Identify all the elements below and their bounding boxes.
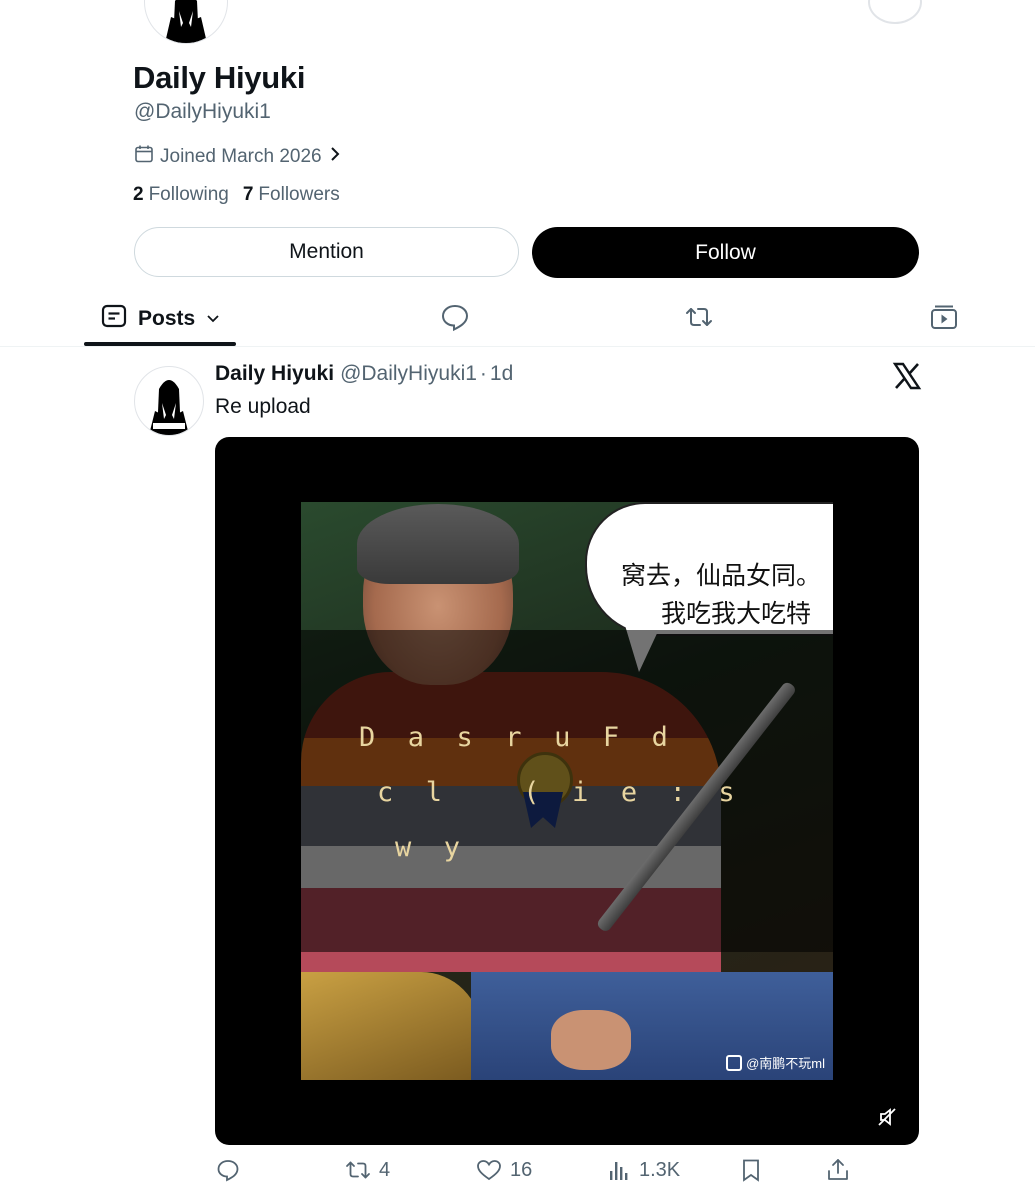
reply-bubble-icon <box>441 304 469 332</box>
reply-icon <box>217 1160 239 1182</box>
repost-button[interactable]: 4 <box>345 1158 390 1182</box>
chair-arm <box>301 972 481 1080</box>
tab-reposts[interactable] <box>684 302 714 332</box>
tabs-divider <box>0 346 1035 347</box>
posts-tab-icon <box>100 302 128 336</box>
watermark-logo-icon <box>726 1054 743 1071</box>
calendar-icon <box>134 144 154 170</box>
joined-label: Joined March 2026 <box>160 146 322 167</box>
view-count: 1.3K <box>639 1158 681 1181</box>
post-author-handle[interactable]: @DailyHiyuki1 <box>340 362 477 386</box>
tab-posts-label: Posts <box>138 307 196 330</box>
watermark-text: @南鹏不玩ml <box>746 1056 825 1071</box>
tab-replies[interactable] <box>440 302 470 332</box>
like-count: 16 <box>510 1158 533 1181</box>
chevron-down-icon <box>205 307 221 331</box>
tab-posts[interactable]: Posts <box>100 302 221 336</box>
bookmark-icon <box>743 1159 759 1182</box>
share-icon <box>828 1159 848 1180</box>
glitch-text-line2: c l ( i e : s <box>377 777 735 808</box>
post-separator: · <box>479 362 487 385</box>
profile-handle: @DailyHiyuki1 <box>134 100 271 123</box>
profile-display-name: Daily Hiyuki <box>133 60 306 95</box>
repost-icon <box>686 308 712 326</box>
mention-button[interactable]: Mention <box>134 227 519 277</box>
share-button[interactable] <box>826 1158 850 1182</box>
mute-icon[interactable] <box>875 1105 899 1129</box>
post-avatar[interactable] <box>134 366 204 436</box>
glitch-text-line3: w y <box>395 832 461 863</box>
post-media-video[interactable]: 窝去，仙品女同。 我吃我大吃特 D a s r u F d c l ( i e … <box>215 437 919 1145</box>
followers-label[interactable]: Followers <box>258 184 339 206</box>
reply-button[interactable] <box>216 1158 240 1182</box>
chevron-right-icon <box>328 145 342 169</box>
post-author-name[interactable]: Daily Hiyuki <box>215 362 334 386</box>
speech-bubble-line1: 窝去，仙品女同。 <box>621 561 822 590</box>
repost-count: 4 <box>379 1158 391 1181</box>
video-watermark: @南鹏不玩ml <box>726 1053 825 1072</box>
post-header: Daily Hiyuki @DailyHiyuki1 · 1d <box>215 362 513 386</box>
person-hand <box>551 1010 631 1070</box>
media-play-icon <box>931 305 957 329</box>
heart-icon <box>477 1160 501 1181</box>
views-button[interactable]: 1.3K <box>609 1158 680 1182</box>
speech-bubble-line2: 我吃我大吃特 <box>661 599 812 628</box>
post-text: Re upload <box>215 395 311 418</box>
more-options-button[interactable] <box>868 0 922 24</box>
follow-button[interactable]: Follow <box>532 227 919 278</box>
post-timestamp[interactable]: 1d <box>490 362 513 386</box>
followers-count[interactable]: 7 <box>243 184 254 206</box>
repost-icon <box>346 1161 370 1179</box>
like-button[interactable]: 16 <box>476 1158 532 1182</box>
bookmark-button[interactable] <box>740 1158 762 1182</box>
profile-avatar[interactable] <box>144 0 228 44</box>
tab-media[interactable] <box>929 302 959 332</box>
person-hair <box>357 504 519 584</box>
views-bar-icon <box>610 1162 628 1180</box>
x-logo-icon[interactable] <box>892 362 922 390</box>
video-frame: 窝去，仙品女同。 我吃我大吃特 D a s r u F d c l ( i e … <box>301 502 833 1080</box>
following-label[interactable]: Following <box>149 184 229 206</box>
joined-row[interactable]: Joined March 2026 <box>134 144 342 170</box>
following-count[interactable]: 2 <box>133 184 144 206</box>
follow-stats: 2 Following 7 Followers <box>133 184 340 206</box>
glitch-text-line1: D a s r u F d <box>359 722 668 753</box>
